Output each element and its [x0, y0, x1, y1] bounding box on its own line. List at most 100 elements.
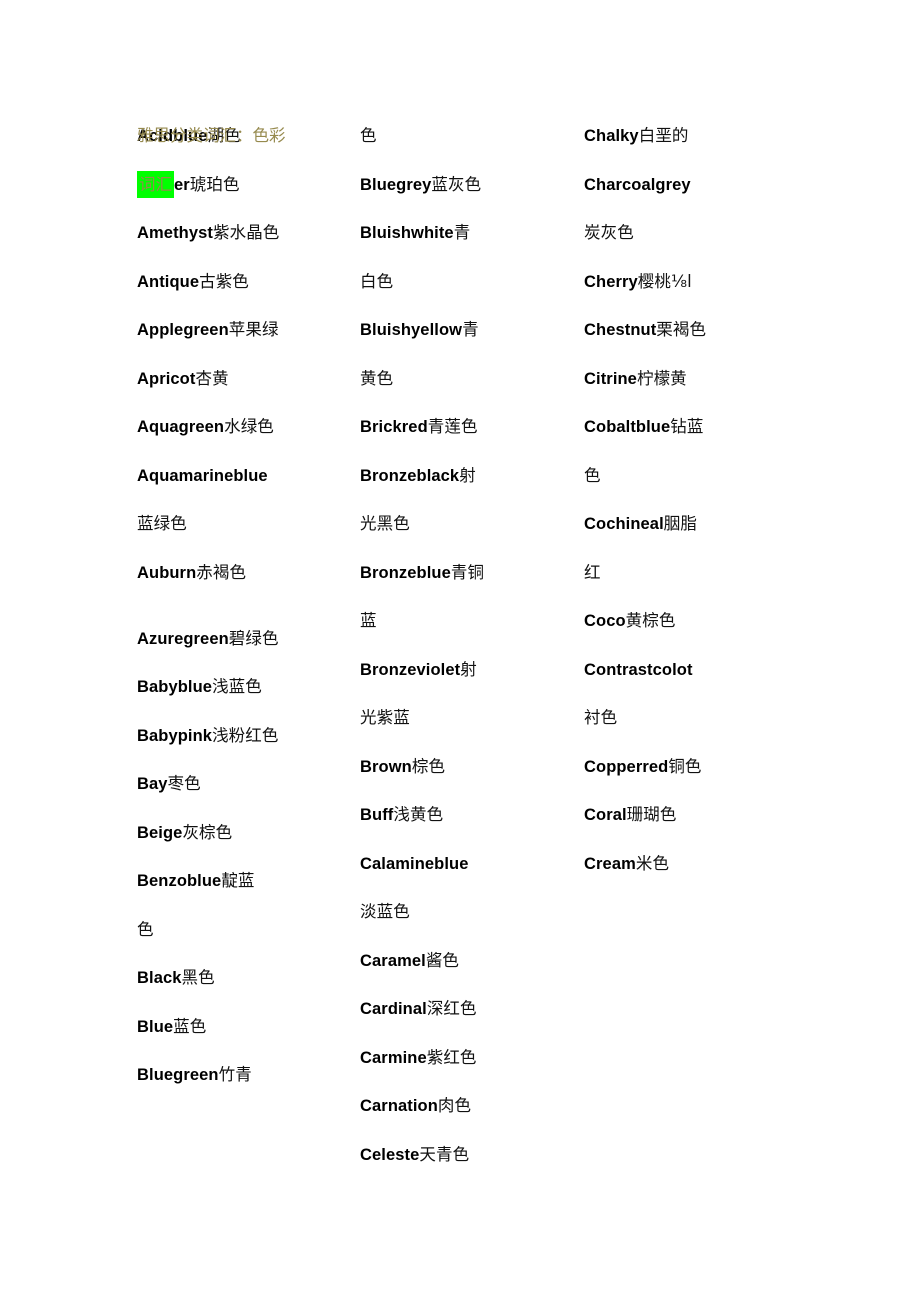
vocab-line: Citrine柠檬黄	[584, 355, 794, 404]
vocab-term-en: Bronzeblack	[360, 466, 460, 485]
vocab-gloss-cn: 光黑色	[360, 514, 410, 533]
vocab-line: Celeste天青色	[360, 1131, 570, 1180]
vocab-line: Auburn赤褐色	[137, 549, 347, 615]
vocab-term-en: Chestnut	[584, 321, 657, 339]
vocab-line: 黄色	[360, 355, 570, 404]
text-column-2: 色 Bluegrey蓝灰色 Bluishwhite青 白色 Bluishyellow青黄…	[360, 112, 570, 1179]
vocab-line: Coral珊瑚色	[584, 791, 794, 840]
vocab-gloss-cn: 黄棕色	[625, 611, 676, 630]
page-title-highlight: 词汇	[137, 170, 174, 198]
vocab-gloss-cn: 黑色	[181, 968, 215, 987]
vocab-line: 炭灰色	[584, 209, 794, 258]
vocab-gloss-cn: 酱色	[425, 950, 460, 970]
vocab-term-en: Cherry	[584, 272, 638, 291]
vocab-gloss-cn: 白垩的	[638, 126, 689, 145]
vocab-term-en: Beige	[137, 823, 183, 842]
vocab-line: Caramel酱色	[360, 937, 570, 986]
vocab-gloss-cn: 青铜	[450, 562, 485, 582]
page-title: 雅思分类词汇：色彩 词汇	[137, 112, 352, 209]
vocab-gloss-cn: 靛蓝	[221, 871, 255, 890]
vocab-term-en: Apricot	[137, 369, 196, 388]
vocab-term-en: Citrine	[584, 369, 637, 388]
vocab-term-en: Cochineal	[584, 515, 664, 533]
vocab-term-en: Bluegreen	[137, 1066, 219, 1084]
vocab-line: Babypink浅粉红色	[137, 712, 347, 761]
vocab-term-en: Applegreen	[137, 321, 229, 339]
vocab-term-en: Bluegrey	[360, 175, 432, 194]
vocab-line: Carmine紫红色	[360, 1034, 570, 1083]
vocab-line: Copperred铜色	[584, 743, 794, 792]
vocab-gloss-cn: 蓝绿色	[137, 514, 187, 533]
vocab-line: Cherry樱桃⅛l	[584, 258, 794, 307]
vocab-gloss-cn: 青莲色	[427, 417, 478, 436]
vocab-gloss-cn: 胭脂	[663, 514, 697, 533]
vocab-term-en: Black	[137, 969, 182, 987]
vocab-term-en: Buff	[360, 806, 394, 824]
vocab-gloss-cn: 色	[360, 126, 377, 145]
vocab-gloss-cn: 紫水晶色	[213, 223, 280, 242]
vocab-line: Antique古紫色	[137, 258, 347, 307]
vocab-line: 淡蓝色	[360, 888, 570, 937]
vocab-gloss-cn: 竹青	[218, 1065, 252, 1084]
vocab-term-en: Carnation	[360, 1097, 438, 1115]
vocab-term-en: Charcoalgrey	[584, 175, 691, 194]
vocab-line: Benzoblue靛蓝	[137, 857, 347, 906]
vocab-line: Bluishyellow青	[360, 306, 570, 355]
vocab-line: Bay枣色	[137, 760, 347, 809]
vocab-term-en: Calamineblue	[360, 854, 469, 873]
vocab-gloss-cn: 碧绿色	[228, 628, 279, 648]
vocab-gloss-cn: 栗褐色	[656, 320, 707, 339]
vocab-line: Black黑色	[137, 954, 347, 1003]
vocab-gloss-cn: 枣色	[167, 774, 201, 793]
vocab-gloss-cn: 浅粉红色	[212, 725, 279, 745]
vocab-gloss-cn: 杏黄	[195, 368, 229, 388]
text-column-1: Acidblue湖色Amber琥珀色Amethyst紫水晶色Antique古紫色…	[137, 112, 347, 1100]
vocab-term-en: Coral	[584, 806, 627, 824]
vocab-line: Aquagreen水绿色	[137, 403, 347, 452]
page-title-line-1: 雅思分类词汇：色彩	[137, 126, 286, 145]
vocab-line: 蓝绿色	[137, 500, 347, 549]
vocab-term-en: Babypink	[137, 726, 213, 745]
document-page: Acidblue湖色Amber琥珀色Amethyst紫水晶色Antique古紫色…	[0, 0, 920, 1301]
vocab-gloss-cn: 蓝色	[173, 1016, 207, 1036]
vocab-gloss-cn: 黄色	[360, 368, 394, 388]
vocab-term-en: Auburn	[137, 563, 197, 582]
vocab-gloss-cn: 灰棕色	[182, 822, 233, 842]
vocab-line: Blue蓝色	[137, 1003, 347, 1052]
vocab-gloss-cn: 衬色	[584, 708, 618, 727]
vocab-gloss-cn: 珊瑚色	[626, 805, 677, 824]
vocab-gloss-cn: 米色	[635, 853, 670, 873]
vocab-term-en: Bronzeviolet	[360, 660, 461, 679]
vocab-term-en: Bluishyellow	[360, 321, 463, 339]
vocab-gloss-cn: 水绿色	[224, 417, 274, 436]
vocab-line: Charcoalgrey	[584, 161, 794, 210]
vocab-gloss-cn: 紫红色	[426, 1047, 477, 1067]
vocab-gloss-cn: 色	[137, 919, 154, 939]
vocab-gloss-cn: 色	[584, 465, 601, 485]
vocab-line: Azuregreen碧绿色	[137, 615, 347, 664]
vocab-line: Apricot杏黄	[137, 355, 347, 404]
vocab-line: 白色	[360, 258, 570, 307]
vocab-term-en: Brickred	[360, 418, 428, 436]
vocab-gloss-cn: 柠檬黄	[636, 368, 687, 388]
vocab-term-en: Bronzeblue	[360, 563, 451, 582]
vocab-gloss-cn: 肉色	[437, 1096, 472, 1115]
vocab-term-en: Coco	[584, 612, 626, 630]
vocab-gloss-cn: 蓝	[360, 611, 377, 630]
vocab-line: Bronzeblue青铜	[360, 549, 570, 598]
vocab-gloss-cn: 钻蓝	[670, 417, 704, 436]
vocab-gloss-cn: 浅蓝色	[212, 677, 262, 696]
vocab-gloss-cn: 淡蓝色	[360, 902, 410, 921]
vocab-line: Coco黄棕色	[584, 597, 794, 646]
vocab-term-en: Cardinal	[360, 1000, 427, 1018]
vocab-line: Cardinal深红色	[360, 985, 570, 1034]
vocab-term-en: Amethyst	[137, 224, 213, 242]
vocab-line: Cobaltblue钻蓝	[584, 403, 794, 452]
vocab-line: Cream米色	[584, 840, 794, 889]
vocab-term-en: Aquamarineblue	[137, 466, 268, 485]
vocab-line: Cochineal胭脂	[584, 500, 794, 549]
vocab-term-en: Caramel	[360, 951, 426, 970]
vocab-line: 色	[137, 906, 347, 955]
vocab-line: Bronzeblack射	[360, 452, 570, 501]
vocab-gloss-cn: 深红色	[426, 999, 477, 1018]
